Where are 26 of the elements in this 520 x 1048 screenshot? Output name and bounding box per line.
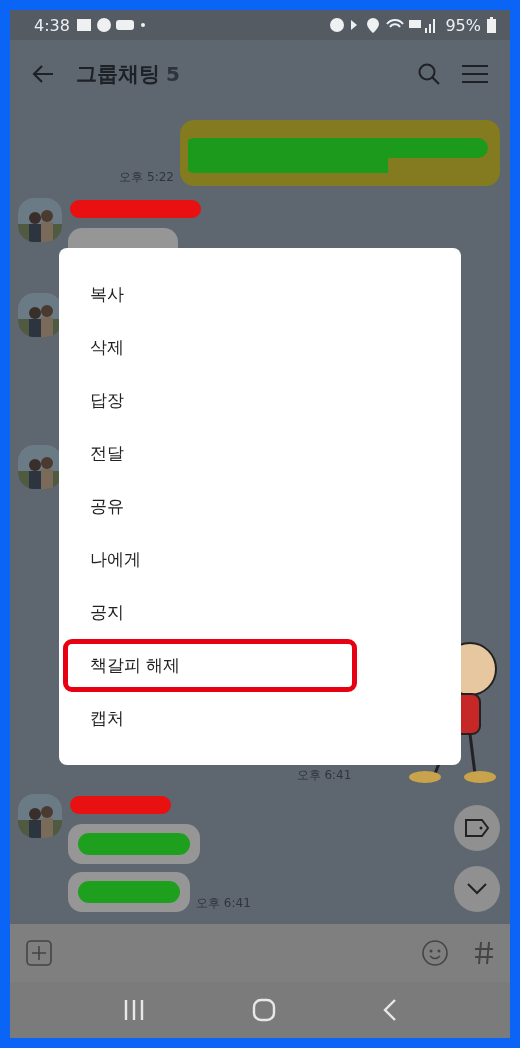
menu-item[interactable]: 복사: [59, 268, 461, 321]
battery-percent: 95%: [445, 15, 481, 35]
emoji-icon[interactable]: [422, 940, 448, 966]
hashtag-icon[interactable]: [474, 941, 494, 965]
recent-apps-icon[interactable]: [123, 1000, 146, 1020]
tag-button[interactable]: [454, 805, 500, 851]
menu-item[interactable]: 캡처: [59, 692, 461, 745]
chevron-down-icon: [466, 882, 488, 896]
status-time: 4:38: [34, 15, 70, 35]
chat-title: 그룹채팅: [76, 61, 160, 88]
menu-item[interactable]: 삭제: [59, 321, 461, 374]
back-icon[interactable]: [32, 64, 54, 84]
menu-item[interactable]: 나에게: [59, 533, 461, 586]
menu-item[interactable]: 공유: [59, 480, 461, 533]
tag-icon: [464, 818, 490, 838]
search-icon[interactable]: [418, 63, 440, 85]
menu-item[interactable]: 공지: [59, 586, 461, 639]
menu-item[interactable]: 책갈피 해제: [63, 639, 357, 692]
battery-icon: [487, 17, 496, 33]
add-icon[interactable]: [26, 940, 52, 966]
notification-icons-drawing: [75, 17, 146, 33]
home-icon[interactable]: [252, 998, 276, 1022]
menu-icon[interactable]: [462, 64, 488, 84]
menu-item[interactable]: 답장: [59, 374, 461, 427]
menu-item[interactable]: 전달: [59, 427, 461, 480]
scroll-down-button[interactable]: [454, 866, 500, 912]
